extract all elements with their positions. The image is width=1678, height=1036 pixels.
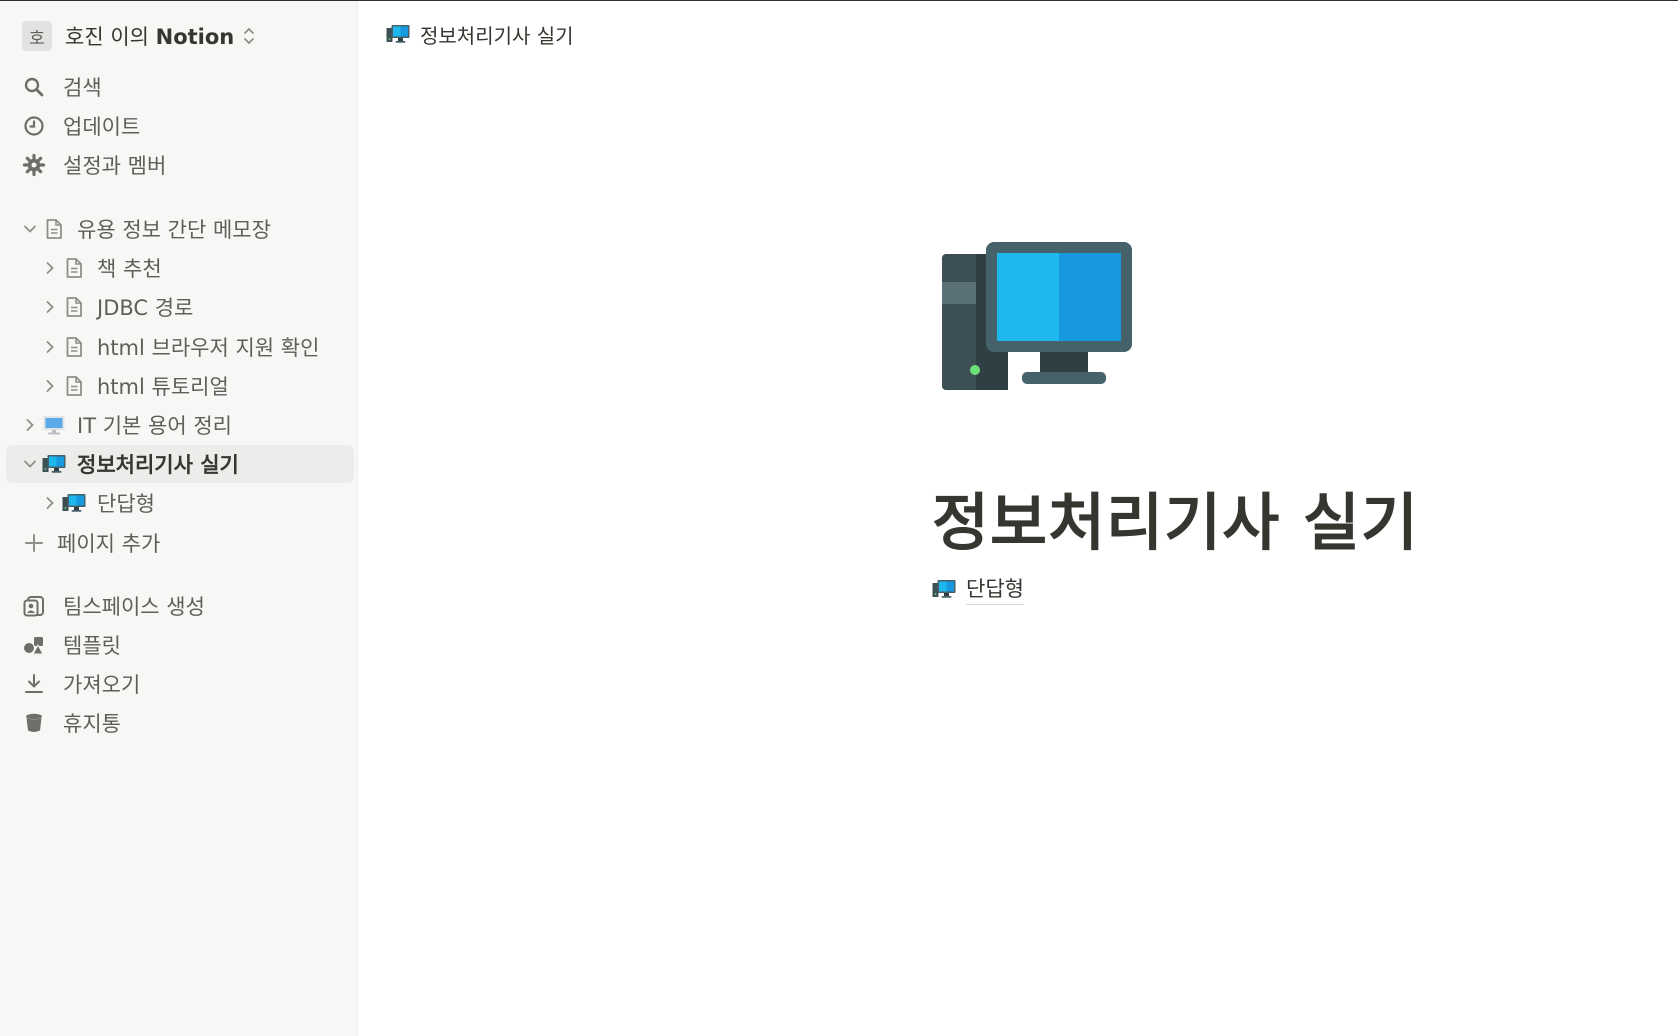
- sidebar-page-memo[interactable]: 유용 정보 간단 메모장: [6, 210, 354, 248]
- workspace-avatar: 호: [22, 21, 52, 51]
- chevron-right-icon[interactable]: [41, 259, 59, 277]
- sidebar-page-label: html 브라우저 지원 확인: [97, 336, 320, 360]
- desktop-computer-icon[interactable]: [942, 242, 1132, 392]
- search-icon: [22, 75, 46, 99]
- sidebar-item-label: 템플릿: [63, 634, 121, 658]
- sidebar-item-search[interactable]: 검색: [6, 68, 354, 106]
- workspace-name-prefix: 호진 이의: [65, 25, 156, 49]
- add-page-label: 페이지 추가: [57, 532, 161, 556]
- sidebar-page-info-exam[interactable]: 정보처리기사 실기: [6, 445, 354, 483]
- page-icon: [62, 374, 86, 398]
- sidebar-page-short-answer[interactable]: 단답형: [6, 484, 354, 522]
- workspace-name: 호진 이의 Notion: [65, 21, 234, 51]
- download-icon: [22, 672, 46, 696]
- trash-icon: [22, 711, 46, 735]
- page-icon: [62, 335, 86, 359]
- sidebar-item-settings[interactable]: 설정과 멤버: [6, 146, 354, 184]
- sidebar-item-label: 설정과 멤버: [63, 154, 167, 178]
- sidebar: 호 호진 이의 Notion 검색 업데이트 설정과 멤버 유용 정보 간단 메…: [0, 1, 358, 1036]
- sidebar-item-import[interactable]: 가져오기: [6, 665, 354, 703]
- sidebar-item-label: 가져오기: [63, 673, 141, 697]
- workspace-switcher[interactable]: 호 호진 이의 Notion: [22, 21, 256, 51]
- subpage-link[interactable]: 단답형: [932, 572, 1024, 606]
- sidebar-page-html-tutorial[interactable]: html 튜토리얼: [6, 367, 354, 405]
- sidebar-item-label: 검색: [63, 76, 102, 100]
- plus-icon: [22, 531, 46, 555]
- desktop-computer-icon: [62, 491, 86, 515]
- sidebar-item-templates[interactable]: 템플릿: [6, 626, 354, 664]
- chevron-right-icon[interactable]: [41, 494, 59, 512]
- desktop-computer-icon: [932, 577, 956, 601]
- sidebar-page-it-terms[interactable]: IT 기본 용어 정리: [6, 406, 354, 444]
- sidebar-page-book-recommend[interactable]: 책 추천: [6, 249, 354, 287]
- sidebar-page-label: 책 추천: [97, 257, 162, 281]
- sidebar-page-jdbc[interactable]: JDBC 경로: [6, 288, 354, 326]
- sidebar-item-label: 팀스페이스 생성: [63, 595, 205, 619]
- sidebar-page-label: IT 기본 용어 정리: [77, 414, 232, 438]
- add-page-button[interactable]: 페이지 추가: [6, 524, 354, 562]
- subpage-label: 단답형: [966, 573, 1024, 605]
- sidebar-page-label: JDBC 경로: [97, 296, 194, 320]
- chevron-up-down-icon: [244, 27, 255, 45]
- breadcrumb-label: 정보처리기사 실기: [420, 23, 574, 48]
- sidebar-page-html-browser[interactable]: html 브라우저 지원 확인: [6, 328, 354, 366]
- shapes-icon: [22, 633, 46, 657]
- sidebar-page-label: html 튜토리얼: [97, 375, 229, 399]
- desktop-computer-icon: [42, 452, 66, 476]
- desktop-computer-icon: [386, 22, 410, 46]
- sidebar-page-label: 정보처리기사 실기: [77, 453, 239, 477]
- sidebar-page-label: 단답형: [97, 492, 155, 516]
- clock-icon: [22, 114, 46, 138]
- sidebar-item-label: 업데이트: [63, 115, 141, 139]
- page-icon: [62, 295, 86, 319]
- chevron-right-icon[interactable]: [21, 416, 39, 434]
- chevron-right-icon[interactable]: [41, 338, 59, 356]
- page-icon: [42, 217, 66, 241]
- chevron-right-icon[interactable]: [41, 377, 59, 395]
- sidebar-item-trash[interactable]: 휴지통: [6, 704, 354, 742]
- sidebar-page-label: 유용 정보 간단 메모장: [77, 218, 271, 242]
- page-icon: [62, 256, 86, 280]
- teamspace-icon: [22, 594, 46, 618]
- sidebar-item-label: 휴지통: [63, 712, 121, 736]
- monitor-emoji-icon: [42, 413, 66, 437]
- page-title[interactable]: 정보처리기사 실기: [932, 472, 1419, 562]
- chevron-down-icon[interactable]: [21, 455, 39, 473]
- chevron-right-icon[interactable]: [41, 298, 59, 316]
- sidebar-item-updates[interactable]: 업데이트: [6, 107, 354, 145]
- chevron-down-icon[interactable]: [21, 220, 39, 238]
- workspace-name-brand: Notion: [155, 25, 235, 49]
- sidebar-item-create-teamspace[interactable]: 팀스페이스 생성: [6, 587, 354, 625]
- gear-icon: [22, 153, 46, 177]
- breadcrumb[interactable]: 정보처리기사 실기: [386, 18, 574, 50]
